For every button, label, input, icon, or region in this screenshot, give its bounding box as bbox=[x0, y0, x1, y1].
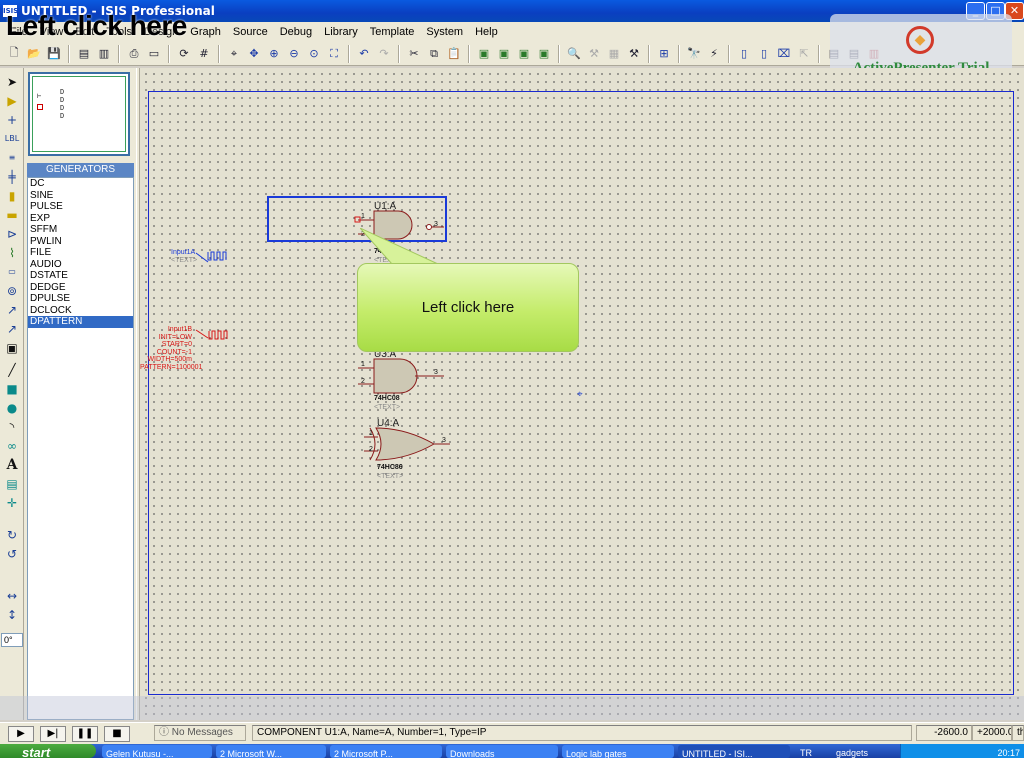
u4-text-placeholder: <TEXT> bbox=[377, 473, 404, 480]
generator-input1a-name: Input1A bbox=[171, 249, 196, 256]
stop-button[interactable]: ■ bbox=[104, 725, 130, 742]
step-button[interactable]: ▶| bbox=[40, 725, 66, 742]
units-indicator: th bbox=[1012, 725, 1024, 741]
u3-pin1-label: 1 bbox=[361, 361, 365, 368]
u4-pin3-label: 3 bbox=[442, 437, 446, 444]
recording-overlay-strip bbox=[0, 696, 1024, 720]
task-powerpoint[interactable]: 2 Microsoft P... bbox=[330, 745, 442, 758]
info-icon: ⓘ bbox=[159, 727, 172, 738]
pause-button[interactable]: ❚❚ bbox=[72, 725, 98, 742]
u4-xor-gate[interactable] bbox=[364, 427, 450, 461]
u4-part-label: 74HC86 bbox=[377, 464, 403, 471]
start-button[interactable]: start bbox=[0, 744, 96, 758]
generator-input1b-start: START=0 bbox=[161, 341, 192, 348]
generator-input1b-properties: Input1B INIT=LOW START=0 COUNT=-1 WIDTH=… bbox=[140, 326, 203, 371]
task-word[interactable]: 2 Microsoft W... bbox=[216, 745, 326, 758]
isis-app-window: ISIS UNTITLED - ISIS Professional _ □ ✕ … bbox=[0, 0, 1024, 758]
generator-input1a-symbol[interactable] bbox=[195, 251, 227, 263]
coordinate-y: +2000.0 bbox=[972, 725, 1012, 741]
crosshair-cursor-icon: ⌖ bbox=[577, 389, 583, 400]
task-outlook[interactable]: Gelen Kutusu -... bbox=[102, 745, 212, 758]
u3-pin2-label: 2 bbox=[361, 378, 365, 385]
coordinate-x: -2600.0 bbox=[916, 725, 972, 741]
tutorial-callout: Left click here bbox=[357, 263, 579, 352]
language-indicator[interactable]: TR bbox=[800, 744, 812, 758]
u4-pin1-label: 1 bbox=[369, 430, 373, 437]
task-logic-lab-gates[interactable]: Logic lab gates bbox=[562, 745, 674, 758]
task-isis[interactable]: UNTITLED - ISI... bbox=[678, 745, 790, 758]
generator-input1b-symbol[interactable] bbox=[195, 329, 228, 340]
clock[interactable]: 20:17 bbox=[997, 748, 1020, 758]
messages-text: No Messages bbox=[171, 727, 233, 738]
u4-pin2-label: 2 bbox=[369, 446, 373, 453]
gadgets-toolbar[interactable]: gadgets bbox=[836, 744, 868, 758]
start-label: start bbox=[22, 745, 51, 758]
u3-pin3-label: 3 bbox=[434, 369, 438, 376]
u3-part-label: 74HC08 bbox=[374, 395, 400, 402]
u3-and-gate[interactable] bbox=[358, 358, 444, 394]
play-button[interactable]: ▶ bbox=[8, 725, 34, 742]
status-message: COMPONENT U1:A, Name=A, Number=1, Type=I… bbox=[252, 725, 912, 741]
tutorial-caption: Left click here bbox=[6, 10, 187, 41]
messages-indicator[interactable]: ⓘ No Messages bbox=[154, 725, 246, 741]
windows-taskbar: start Gelen Kutusu -... 2 Microsoft W...… bbox=[0, 744, 1024, 758]
generator-input1a-text-placeholder: <TEXT> bbox=[171, 257, 198, 264]
generator-input1b-pattern: PATTERN=1100001 bbox=[140, 363, 203, 371]
system-tray: 20:17 bbox=[900, 744, 1024, 758]
generator-input1b-init: INIT=LOW bbox=[158, 333, 192, 341]
task-downloads[interactable]: Downloads bbox=[446, 745, 558, 758]
generator-input1b-count: COUNT=-1 bbox=[156, 348, 192, 356]
generator-input1b-name: Input1B bbox=[167, 326, 192, 333]
schematic-drawing bbox=[195, 210, 450, 461]
callout-text: Left click here bbox=[421, 299, 515, 316]
u3-text-placeholder: <TEXT> bbox=[374, 404, 401, 411]
generator-input1b-width: WIDTH=500m bbox=[147, 356, 192, 363]
u4-reference-label: U4:A bbox=[377, 418, 400, 429]
